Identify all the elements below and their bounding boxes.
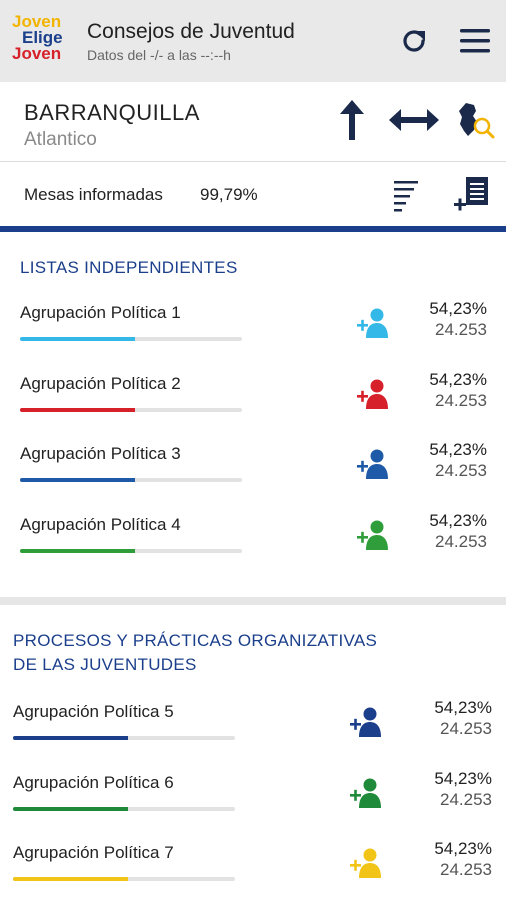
section-title-line-2: DE LAS JUVENTUDES [13, 655, 197, 674]
mesas-informadas-bar: Mesas informadas 99,79% [0, 162, 506, 228]
add-person-icon[interactable] [356, 307, 390, 339]
party-votes: 24.253 [440, 719, 492, 738]
add-document-icon[interactable] [452, 175, 492, 215]
app-logo: Joven Elige Joven [12, 13, 74, 70]
add-person-icon[interactable] [356, 519, 390, 551]
party-votes: 24.253 [435, 390, 487, 410]
party-progress-track [20, 548, 242, 553]
party-percent: 54,23% [429, 440, 487, 459]
party-name: Agrupación Política 3 [20, 444, 181, 463]
party-name: Agrupación Política 5 [13, 702, 174, 721]
add-person-icon[interactable] [356, 448, 390, 480]
party-name: Agrupación Política 7 [13, 843, 174, 862]
mesas-label: Mesas informadas [24, 185, 163, 204]
add-person-icon[interactable] [349, 847, 383, 879]
party-progress-fill [20, 548, 136, 553]
department-name: Atlantico [24, 129, 97, 150]
app-subtitle: Datos del -/- a las --:--h [87, 47, 231, 63]
party-votes: 24.253 [440, 860, 492, 879]
section-title-line-1: PROCESOS Y PRÁCTICAS ORGANIZATIVAS [13, 631, 378, 650]
city-name: BARRANQUILLA [24, 100, 200, 125]
party-progress-fill [13, 736, 129, 740]
party-progress-fill [13, 806, 129, 811]
location-header: BARRANQUILLA Atlantico [0, 82, 506, 162]
arrow-left-right-icon[interactable] [387, 104, 441, 136]
party-progress-track [20, 337, 242, 341]
section-divider [0, 226, 506, 232]
party-progress-fill [20, 337, 136, 341]
add-person-icon[interactable] [356, 378, 390, 410]
party-row[interactable]: Agrupación Política 1 54,23% 24.253 [0, 299, 506, 373]
party-row[interactable]: Agrupación Política 3 54,23% 24.253 [0, 440, 506, 514]
map-search-icon[interactable] [456, 100, 496, 142]
party-percent: 54,23% [429, 299, 487, 318]
party-row[interactable]: Agrupación Política 4 54,23% 24.253 [0, 511, 506, 585]
section-procesos-organizativos: PROCESOS Y PRÁCTICAS ORGANIZATIVAS DE LA… [13, 629, 506, 677]
party-percent: 54,23% [429, 369, 487, 389]
logo-line-3: Joven [12, 44, 62, 63]
party-percent: 54,23% [434, 839, 492, 858]
party-percent: 54,23% [434, 768, 492, 788]
section-listas-independientes: LISTAS INDEPENDIENTES [20, 256, 506, 280]
app-bar: Joven Elige Joven Consejos de Juventud D… [0, 0, 506, 82]
party-votes: 24.253 [435, 461, 487, 480]
party-progress-fill [13, 877, 129, 881]
party-row[interactable]: Agrupación Política 5 54,23% 24.253 [0, 698, 506, 772]
party-votes: 24.253 [440, 789, 492, 809]
section-title: LISTAS INDEPENDIENTES [20, 258, 238, 277]
party-progress-track [20, 478, 242, 482]
party-percent: 54,23% [429, 510, 487, 530]
party-row[interactable]: Agrupación Política 6 54,23% 24.253 [0, 769, 506, 843]
hamburger-menu-icon[interactable] [458, 26, 492, 56]
app-title: Consejos de Juventud [87, 20, 295, 43]
party-row[interactable]: Agrupación Política 7 54,23% 24.253 [0, 839, 506, 900]
party-votes: 24.253 [435, 320, 487, 339]
arrow-up-icon[interactable] [336, 98, 368, 142]
mesas-value: 99,79% [200, 185, 258, 204]
party-progress-track [13, 806, 235, 811]
section-gap [0, 597, 506, 605]
refresh-icon[interactable] [398, 25, 430, 57]
party-name: Agrupación Política 4 [20, 514, 181, 534]
party-progress-track [20, 407, 242, 412]
party-name: Agrupación Política 2 [20, 373, 181, 393]
party-name: Agrupación Política 6 [13, 772, 174, 792]
party-progress-track [13, 877, 235, 881]
add-person-icon[interactable] [349, 706, 383, 738]
add-person-icon[interactable] [349, 777, 383, 809]
party-row[interactable]: Agrupación Política 2 54,23% 24.253 [0, 370, 506, 444]
party-percent: 54,23% [434, 698, 492, 717]
party-votes: 24.253 [435, 531, 487, 551]
party-progress-fill [20, 407, 136, 412]
party-progress-track [13, 736, 235, 740]
party-progress-fill [20, 478, 136, 482]
sort-icon[interactable] [392, 178, 420, 212]
party-name: Agrupación Política 1 [20, 303, 181, 322]
